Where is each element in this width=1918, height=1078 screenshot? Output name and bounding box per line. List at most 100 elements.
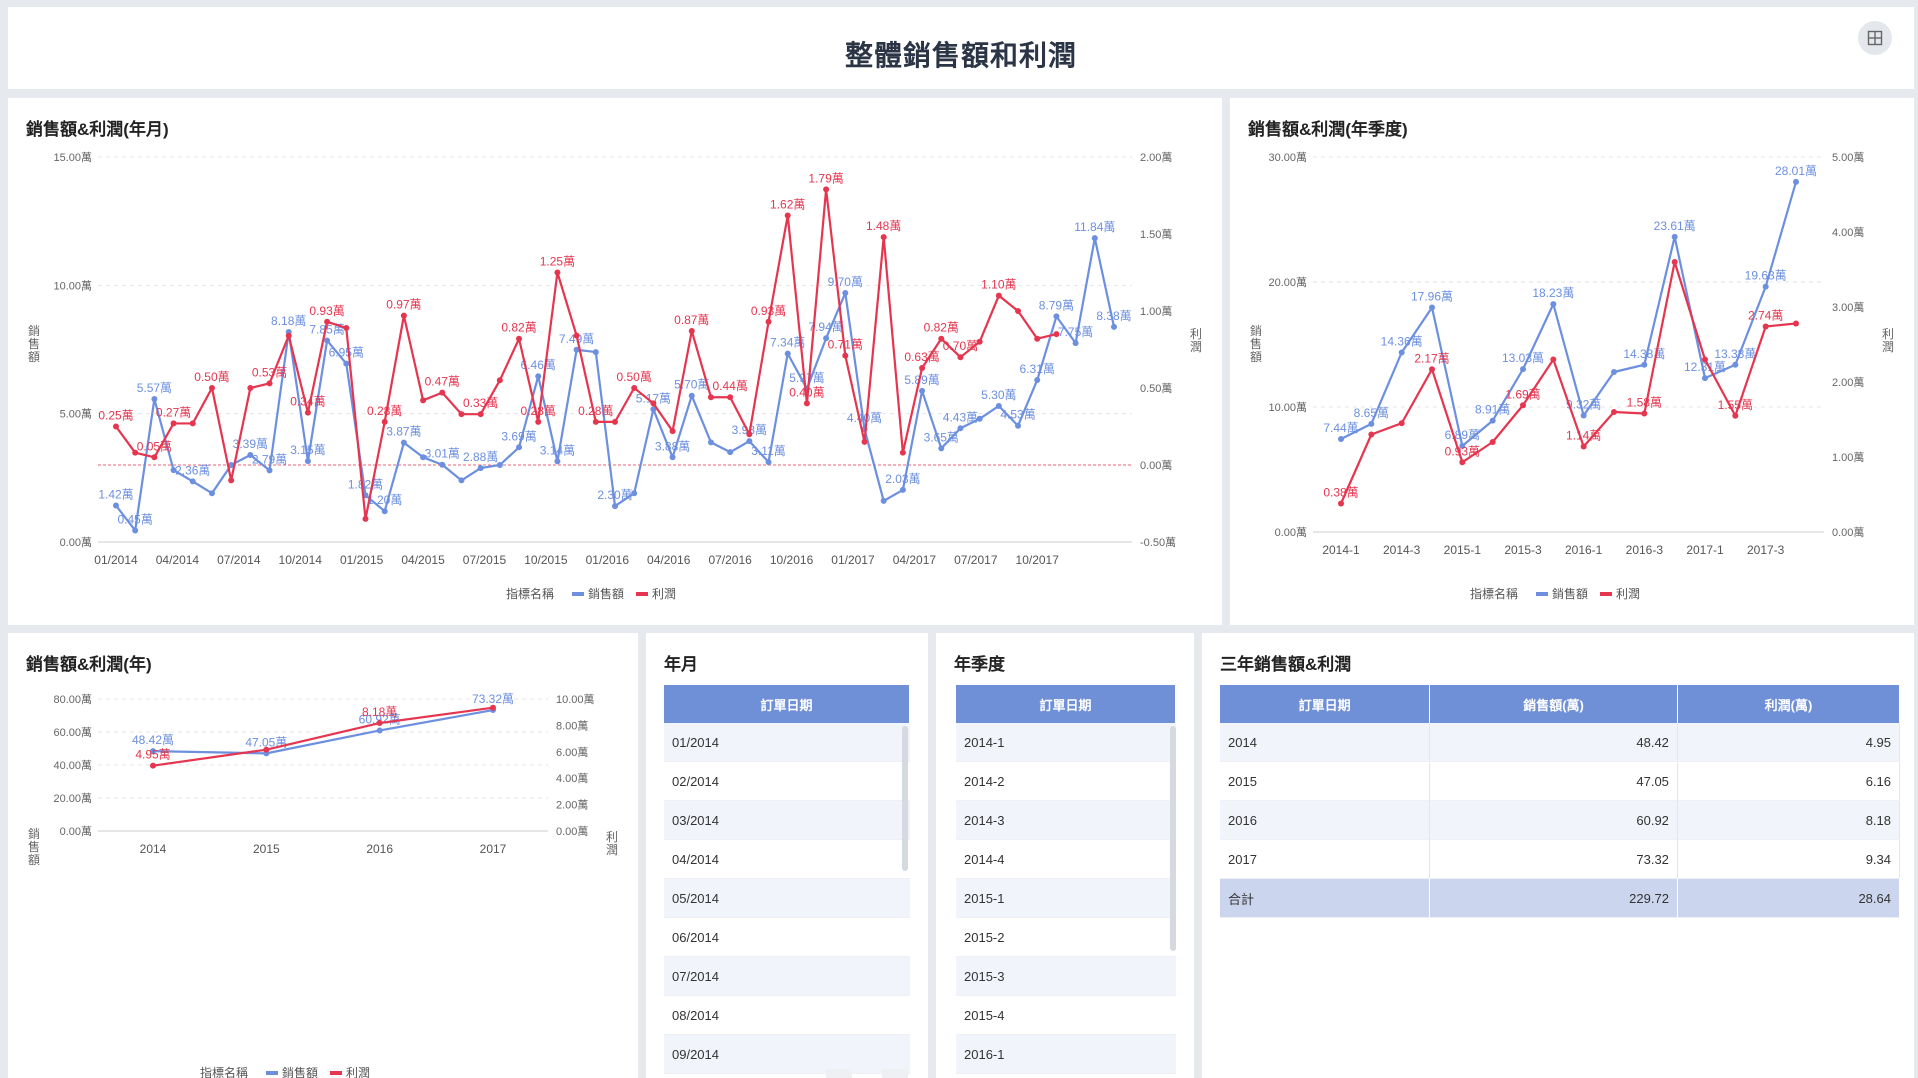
data-point[interactable] bbox=[880, 234, 887, 241]
legend-swatch-profit[interactable] bbox=[330, 1071, 342, 1075]
data-point[interactable] bbox=[516, 335, 523, 342]
data-point[interactable] bbox=[1111, 323, 1117, 330]
data-point[interactable] bbox=[1641, 361, 1648, 368]
column-header[interactable]: 訂單日期 bbox=[1220, 685, 1431, 723]
data-point[interactable] bbox=[458, 411, 465, 418]
data-point[interactable] bbox=[707, 394, 714, 401]
data-point[interactable] bbox=[1702, 375, 1708, 382]
legend-label-sales[interactable]: 銷售額 bbox=[588, 586, 624, 601]
table-row[interactable]: 2014-4 bbox=[956, 839, 1176, 879]
data-point[interactable] bbox=[304, 458, 311, 465]
data-point[interactable] bbox=[592, 349, 599, 356]
table-row[interactable]: 2015-4 bbox=[956, 995, 1176, 1035]
legend-label-profit[interactable]: 利潤 bbox=[1616, 587, 1640, 601]
data-point[interactable] bbox=[669, 428, 676, 435]
data-point[interactable] bbox=[861, 438, 868, 445]
column-header[interactable]: 銷售額(萬) bbox=[1429, 685, 1678, 723]
data-point[interactable] bbox=[554, 458, 561, 465]
data-point[interactable] bbox=[995, 292, 1002, 299]
data-point[interactable] bbox=[228, 477, 235, 484]
data-point[interactable] bbox=[439, 461, 446, 468]
column-header-order-date[interactable]: 訂單日期 bbox=[956, 685, 1176, 723]
table-row[interactable]: 01/2014 bbox=[664, 723, 910, 762]
data-point[interactable] bbox=[263, 746, 270, 753]
data-point[interactable] bbox=[516, 444, 523, 451]
data-point[interactable] bbox=[420, 397, 427, 404]
data-point[interactable] bbox=[343, 324, 350, 331]
data-point[interactable] bbox=[919, 364, 926, 371]
data-point[interactable] bbox=[1368, 420, 1375, 427]
data-point[interactable] bbox=[803, 400, 810, 407]
data-point[interactable] bbox=[1671, 259, 1678, 265]
data-point[interactable] bbox=[324, 318, 331, 325]
data-point[interactable] bbox=[400, 439, 407, 446]
data-point[interactable] bbox=[688, 328, 695, 335]
table-row[interactable]: 2015 47.05 6.16 bbox=[1220, 761, 1901, 801]
data-point[interactable] bbox=[266, 467, 273, 474]
data-point[interactable] bbox=[1641, 410, 1648, 417]
data-point[interactable] bbox=[842, 290, 849, 297]
data-point[interactable] bbox=[247, 385, 254, 391]
table-row[interactable]: 2015-2 bbox=[956, 917, 1176, 957]
data-point[interactable] bbox=[1015, 308, 1022, 314]
legend-label-profit[interactable]: 利潤 bbox=[652, 587, 676, 601]
table-row[interactable]: 09/2014 bbox=[664, 1034, 910, 1074]
table-row[interactable]: 2016 60.92 8.18 bbox=[1220, 800, 1901, 840]
data-point[interactable] bbox=[535, 373, 542, 380]
data-point[interactable] bbox=[823, 186, 830, 193]
data-point[interactable] bbox=[1762, 283, 1769, 290]
data-point[interactable] bbox=[1429, 366, 1435, 373]
data-point[interactable] bbox=[784, 212, 791, 219]
table-row[interactable]: 04/2014 bbox=[664, 839, 910, 879]
data-point[interactable] bbox=[1091, 235, 1098, 242]
data-point[interactable] bbox=[899, 449, 906, 456]
data-point[interactable] bbox=[1732, 361, 1739, 368]
data-point[interactable] bbox=[1611, 369, 1617, 375]
legend-swatch-profit[interactable] bbox=[1600, 592, 1612, 596]
data-point[interactable] bbox=[1034, 377, 1041, 384]
data-point[interactable] bbox=[1338, 500, 1344, 507]
data-point[interactable] bbox=[880, 497, 887, 504]
data-point[interactable] bbox=[688, 392, 695, 399]
data-point[interactable] bbox=[765, 459, 772, 466]
data-point[interactable] bbox=[477, 411, 484, 418]
table-row[interactable]: 2014-2 bbox=[956, 761, 1176, 801]
data-point[interactable] bbox=[1671, 233, 1678, 240]
data-point[interactable] bbox=[1459, 459, 1466, 466]
column-header[interactable]: 利潤(萬) bbox=[1677, 685, 1901, 723]
data-point[interactable] bbox=[113, 502, 119, 509]
data-point[interactable] bbox=[957, 354, 964, 361]
data-point[interactable] bbox=[439, 389, 446, 396]
data-point[interactable] bbox=[727, 449, 734, 456]
legend-swatch-profit[interactable] bbox=[636, 592, 648, 596]
data-point[interactable] bbox=[669, 454, 676, 461]
data-point[interactable] bbox=[1429, 304, 1435, 311]
data-point[interactable] bbox=[132, 527, 139, 534]
data-point[interactable] bbox=[573, 332, 580, 339]
table-row[interactable]: 2015-3 bbox=[956, 956, 1176, 996]
data-point[interactable] bbox=[707, 439, 714, 446]
table-row[interactable]: 03/2014 bbox=[664, 800, 910, 840]
column-header-order-date[interactable]: 訂單日期 bbox=[664, 685, 910, 723]
data-point[interactable] bbox=[189, 420, 196, 427]
data-point[interactable] bbox=[612, 503, 618, 510]
data-point[interactable] bbox=[151, 396, 158, 403]
data-point[interactable] bbox=[1732, 412, 1739, 419]
data-point[interactable] bbox=[1580, 412, 1587, 419]
data-point[interactable] bbox=[1053, 313, 1060, 320]
legend-swatch-sales[interactable] bbox=[572, 592, 584, 596]
pager-prev-button[interactable] bbox=[826, 1069, 852, 1078]
data-point[interactable] bbox=[554, 269, 561, 276]
data-point[interactable] bbox=[381, 508, 388, 515]
data-point[interactable] bbox=[1611, 409, 1617, 415]
data-point[interactable] bbox=[400, 312, 407, 319]
data-point[interactable] bbox=[1368, 431, 1375, 438]
data-point[interactable] bbox=[899, 486, 906, 493]
data-point[interactable] bbox=[458, 477, 465, 484]
table-row[interactable]: 2014-3 bbox=[956, 800, 1176, 840]
data-point[interactable] bbox=[1489, 439, 1496, 445]
data-point[interactable] bbox=[727, 394, 734, 401]
data-point[interactable] bbox=[1550, 356, 1557, 363]
table-row[interactable]: 06/2014 bbox=[664, 917, 910, 957]
data-point[interactable] bbox=[376, 727, 383, 734]
